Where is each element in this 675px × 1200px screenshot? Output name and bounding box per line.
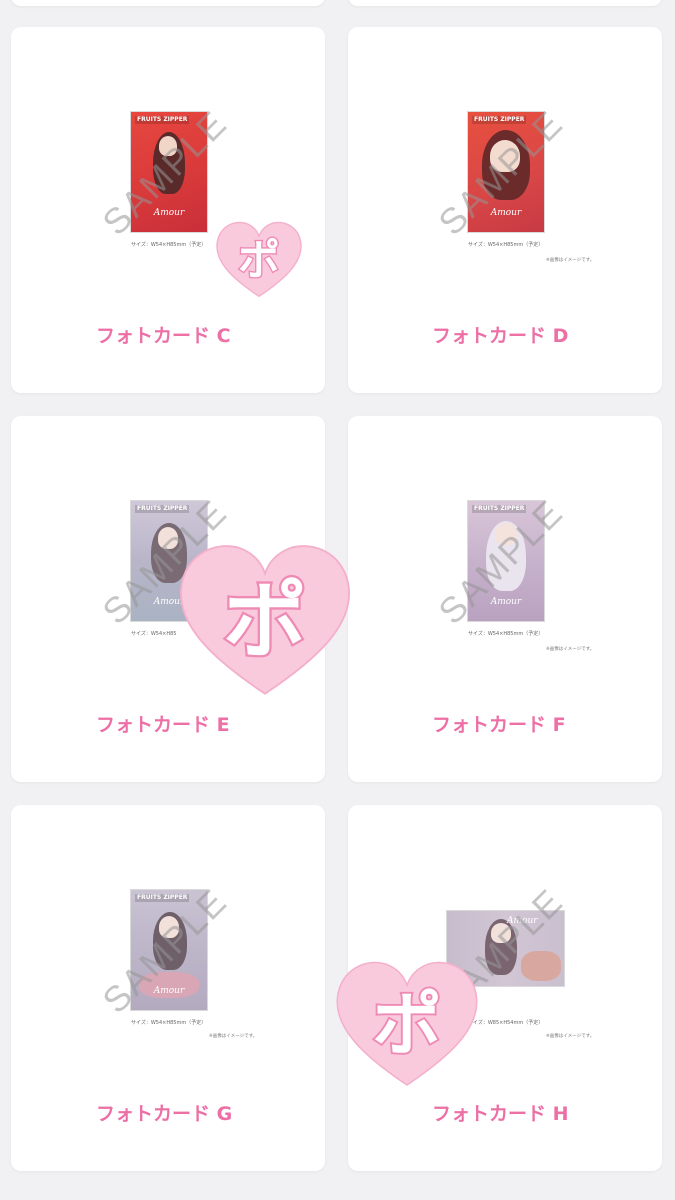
photocard-d-image: FRUITS ZIPPER Amour: [467, 111, 545, 233]
photocard-g-title[interactable]: フォトカード G: [96, 1099, 232, 1126]
photocard-f-brand: FRUITS ZIPPER: [472, 505, 527, 513]
photocard-c-size: サイズ：W54×H85mm（予定）: [131, 242, 207, 248]
photocard-e-title[interactable]: フォトカード E: [96, 710, 230, 737]
photocard-e-script: Amour: [153, 597, 185, 607]
photocard-d-face: [490, 140, 520, 172]
photocard-f-title[interactable]: フォトカード F: [432, 710, 566, 737]
photocard-c-title[interactable]: フォトカード C: [96, 321, 231, 348]
photocard-f-note: ※画像はイメージです。: [546, 647, 595, 652]
photocard-e-size: サイズ：W54×H85: [131, 631, 177, 637]
photocard-f-image: FRUITS ZIPPER Amour: [467, 500, 545, 622]
photocard-d-title[interactable]: フォトカード D: [432, 321, 568, 348]
photocard-h-flowers: [521, 951, 561, 981]
photocard-d-script: Amour: [490, 208, 522, 218]
product-card-photocard-f[interactable]: FRUITS ZIPPER Amour サイズ：W54×H85mm（予定） ※画…: [348, 416, 662, 782]
photocard-h-note: ※画像はイメージです。: [546, 1034, 595, 1039]
photocard-h-size: サイズ：W85×H54mm（予定）: [468, 1020, 544, 1026]
photocard-g-image: FRUITS ZIPPER Amour: [130, 889, 208, 1011]
photocard-g-script: Amour: [153, 986, 185, 996]
photocard-e-image: FRUITS ZIPPER Amour: [130, 500, 208, 622]
photocard-c-image: FRUITS ZIPPER Amour: [130, 111, 208, 233]
photocard-g-size: サイズ：W54×H85mm（予定）: [131, 1020, 207, 1026]
photocard-g-brand: FRUITS ZIPPER: [135, 894, 190, 902]
photocard-d-brand: FRUITS ZIPPER: [472, 116, 527, 124]
photocard-c-script: Amour: [153, 208, 185, 218]
photocard-d-size: サイズ：W54×H85mm（予定）: [468, 242, 544, 248]
photocard-g-note: ※画像はイメージです。: [209, 1034, 258, 1039]
product-card-photocard-e[interactable]: FRUITS ZIPPER Amour サイズ：W54×H85 フォトカード E: [11, 416, 325, 782]
photocard-h-title[interactable]: フォトカード H: [432, 1099, 569, 1126]
photocard-e-face: [158, 527, 178, 549]
product-card-photocard-h[interactable]: Amour サイズ：W85×H54mm（予定） ※画像はイメージです。 フォトカ…: [348, 805, 662, 1171]
photocard-h-image: Amour: [446, 910, 565, 987]
photocard-c-face: [159, 136, 177, 156]
photocard-e-brand: FRUITS ZIPPER: [135, 505, 190, 513]
product-card-prev-left[interactable]: [11, 0, 325, 6]
product-card-prev-right[interactable]: [348, 0, 662, 6]
product-card-photocard-c[interactable]: FRUITS ZIPPER Amour サイズ：W54×H85mm（予定） フォ…: [11, 27, 325, 393]
photocard-g-face: [159, 916, 179, 938]
product-card-photocard-g[interactable]: FRUITS ZIPPER Amour サイズ：W54×H85mm（予定） ※画…: [11, 805, 325, 1171]
photocard-d-note: ※画像はイメージです。: [546, 258, 595, 263]
photocard-f-face: [495, 523, 517, 545]
product-card-photocard-d[interactable]: FRUITS ZIPPER Amour サイズ：W54×H85mm（予定） ※画…: [348, 27, 662, 393]
photocard-f-script: Amour: [490, 597, 522, 607]
photocard-h-face: [491, 923, 511, 943]
photocard-h-script: Amour: [507, 916, 538, 926]
photocard-f-size: サイズ：W54×H85mm（予定）: [468, 631, 544, 637]
photocard-c-brand: FRUITS ZIPPER: [135, 116, 190, 124]
